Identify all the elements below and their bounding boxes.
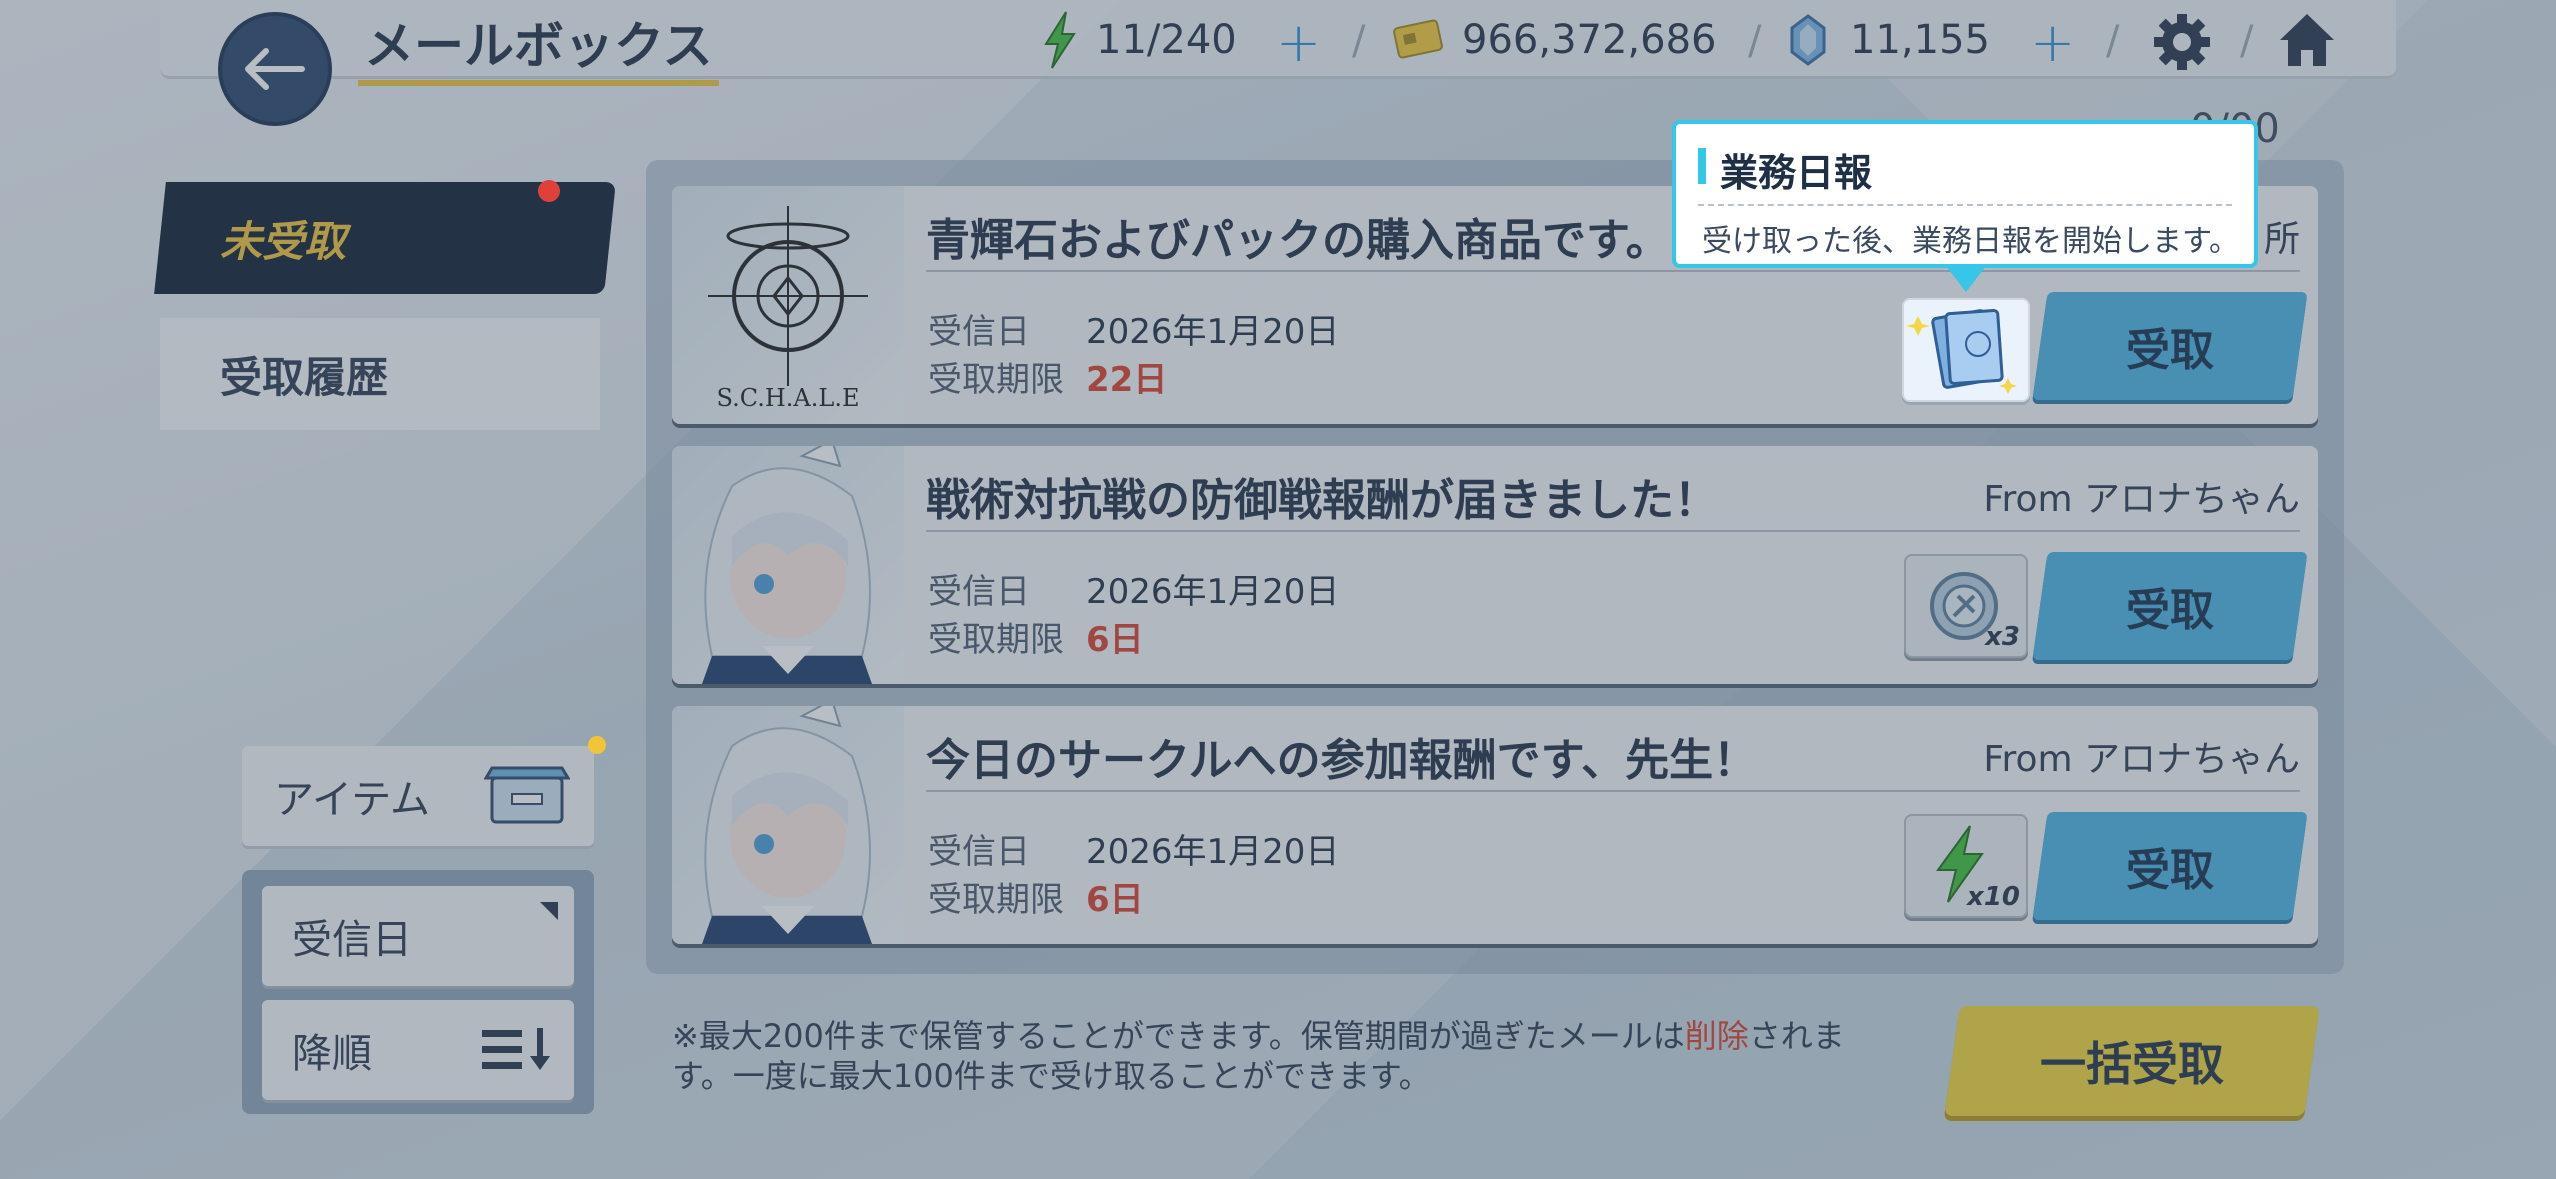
item-tooltip: 業務日報 受け取った後、業務日報を開始します。 [1672,120,2258,268]
pyroxene-plus-button[interactable]: + [2030,16,2075,70]
reward-quantity: x3 [1985,622,2020,652]
received-label: 受信日 [928,312,1030,352]
deadline-label: 受取期限 [928,880,1064,920]
reward-item[interactable]: x10 [1904,814,2028,918]
pyroxene-value: 11,155 [1850,17,1990,63]
item-filter-button[interactable]: アイテム [242,746,594,846]
divider: / [1748,18,1762,64]
reward-item[interactable]: x3 [1904,554,2028,658]
tooltip-description: 受け取った後、業務日報を開始します。 [1702,224,2239,259]
divider [1698,204,2232,206]
mail-subject: 戦術対抗戦の防御戦報酬が届きました！ [926,475,1718,526]
claim-label: 受取 [2126,845,2214,896]
deadline-value: 6日 [1086,880,1144,920]
back-arrow-icon [245,48,305,90]
claim-label: 受取 [2126,585,2214,636]
tab-history[interactable]: 受取履歴 [160,318,600,430]
work-report-icon [1904,300,2028,400]
arona-avatar [672,446,904,684]
stamina-plus-button[interactable]: + [1276,16,1321,70]
divider [926,530,2300,532]
home-icon[interactable] [2276,10,2338,70]
reward-item-highlighted[interactable] [1902,298,2030,402]
claim-button[interactable]: 受取 [2032,552,2308,660]
claim-button[interactable]: 受取 [2032,292,2308,400]
mail-subject: 今日のサークルへの参加報酬です、先生！ [926,735,1758,786]
sort-key-label: 受信日 [292,917,412,963]
mail-subject: 青輝石およびパックの購入商品です。 [926,215,1670,266]
sort-order-button[interactable]: 降順 [262,1000,574,1100]
tab-history-label: 受取履歴 [220,352,389,402]
deadline-value: 22日 [1086,360,1168,400]
received-date: 2026年1月20日 [1086,572,1340,612]
notice-text: ※最大200件まで保管することができます。保管期間が過ぎたメールは [672,1017,1685,1055]
schale-emblem: S.C.H.A.L.E [672,186,904,424]
divider [926,270,2300,272]
dropdown-triangle-icon [540,902,558,920]
received-label: 受信日 [928,572,1030,612]
mail-sender: 所 [2263,219,2300,260]
pyroxene-icon [1790,14,1826,66]
reward-quantity: x10 [1967,882,2020,912]
deadline-label: 受取期限 [928,620,1064,660]
tooltip-title: 業務日報 [1720,151,1873,195]
new-badge-dot [538,180,560,202]
tab-unclaimed-label: 未受取 [220,216,347,266]
back-button[interactable] [218,12,332,126]
mail-sender: From アロナちゃん [1983,479,2300,520]
mail-sender: From アロナちゃん [1983,739,2300,780]
new-badge-dot [588,736,606,754]
claim-label: 受取 [2126,325,2214,376]
sort-descending-icon [482,1028,550,1070]
mail-item[interactable]: 戦術対抗戦の防御戦報酬が届きました！ From アロナちゃん 受信日 2026年… [672,446,2318,684]
claim-all-button[interactable]: 一括受取 [1944,1006,2320,1116]
stamina-value: 11/240 [1096,17,1237,63]
tooltip-accent-bar [1698,148,1706,184]
gear-icon[interactable] [2152,12,2212,72]
claim-all-label: 一括受取 [2040,1037,2224,1091]
received-date: 2026年1月20日 [1086,832,1340,872]
sort-key-dropdown[interactable]: 受信日 [262,886,574,986]
divider: / [2240,18,2254,64]
notice-highlight: 削除 [1684,1017,1749,1055]
mailbox-icon [484,766,570,824]
item-filter-label: アイテム [274,777,430,823]
page-title: メールボックス [358,6,719,86]
divider [926,790,2300,792]
schale-caption: S.C.H.A.L.E [716,384,860,412]
stamina-bolt-icon [1044,11,1076,69]
sort-order-label: 降順 [292,1031,372,1077]
arona-avatar [672,706,904,944]
deadline-label: 受取期限 [928,360,1064,400]
divider: / [2106,18,2120,64]
storage-notice: ※最大200件まで保管することができます。保管期間が過ぎたメールは削除されます。… [672,1016,1882,1096]
tooltip-pointer [1946,266,1986,292]
received-label: 受信日 [928,832,1030,872]
credits-value: 966,372,686 [1462,17,1717,63]
divider: / [1352,18,1366,64]
received-date: 2026年1月20日 [1086,312,1340,352]
mail-item[interactable]: 今日のサークルへの参加報酬です、先生！ From アロナちゃん 受信日 2026… [672,706,2318,944]
deadline-value: 6日 [1086,620,1144,660]
credit-card-icon [1393,19,1443,59]
claim-button[interactable]: 受取 [2032,812,2308,920]
